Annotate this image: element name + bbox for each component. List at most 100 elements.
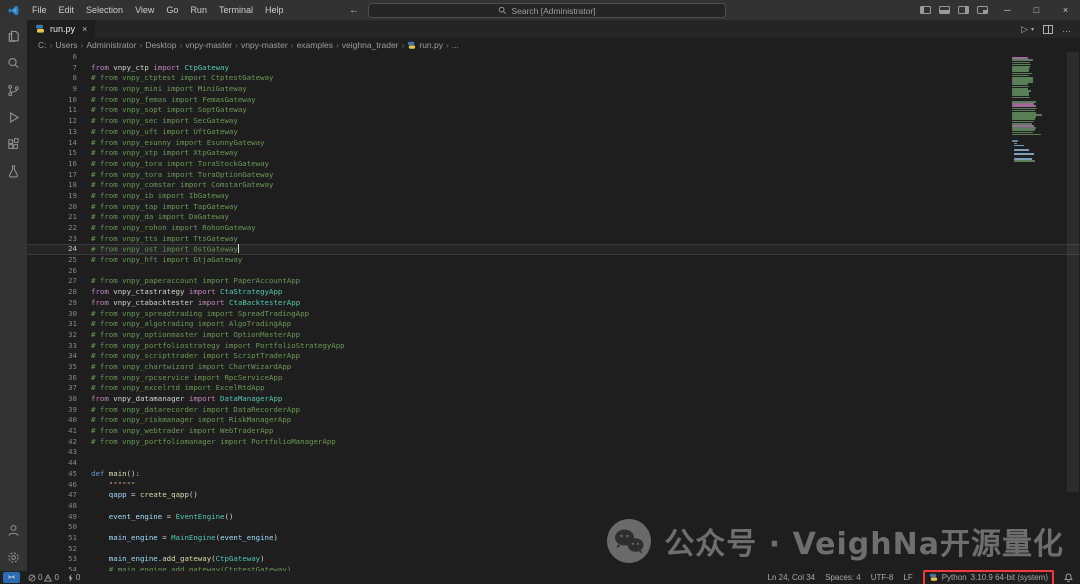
code-line[interactable]: 34# from vnpy_scripttrader import Script… xyxy=(27,351,1080,362)
notifications-bell-icon[interactable] xyxy=(1064,573,1073,582)
breadcrumb-item[interactable]: veighna_trader xyxy=(342,40,399,50)
tab-close-icon[interactable]: × xyxy=(82,24,87,34)
menu-go[interactable]: Go xyxy=(160,5,184,15)
code-line[interactable]: 24# from vnpy_ost import OstGateway xyxy=(27,244,1080,255)
code-line[interactable]: 40# from vnpy_riskmanager import RiskMan… xyxy=(27,415,1080,426)
code-line[interactable]: 12# from vnpy_sec import SecGateway xyxy=(27,116,1080,127)
menu-selection[interactable]: Selection xyxy=(80,5,129,15)
code-line[interactable]: 9# from vnpy_mini import MiniGateway xyxy=(27,84,1080,95)
minimap[interactable] xyxy=(1012,52,1066,571)
code-line[interactable]: 33# from vnpy_portfoliostrategy import P… xyxy=(27,341,1080,352)
activitybar-settings[interactable] xyxy=(0,544,27,571)
code-line[interactable]: 51 main_engine = MainEngine(event_engine… xyxy=(27,533,1080,544)
breadcrumb-item[interactable]: Administrator xyxy=(86,40,136,50)
breadcrumb-item[interactable]: vnpy-master xyxy=(241,40,288,50)
code-line[interactable]: 37# from vnpy_excelrtd import ExcelRtdAp… xyxy=(27,383,1080,394)
code-line[interactable]: 26 xyxy=(27,266,1080,277)
breadcrumb-overflow[interactable]: ... xyxy=(452,40,459,50)
code-line[interactable]: 7from vnpy_ctp import CtpGateway xyxy=(27,63,1080,74)
code-line[interactable]: 28from vnpy_ctastrategy import CtaStrate… xyxy=(27,287,1080,298)
code-line[interactable]: 39# from vnpy_datarecorder import DataRe… xyxy=(27,405,1080,416)
code-line[interactable]: 21# from vnpy_da import DaGateway xyxy=(27,212,1080,223)
code-line[interactable]: 44 xyxy=(27,458,1080,469)
menu-terminal[interactable]: Terminal xyxy=(213,5,259,15)
run-dropdown-icon[interactable]: ▾ xyxy=(1031,26,1034,33)
code-line[interactable]: 16# from vnpy_tora import ToraStockGatew… xyxy=(27,159,1080,170)
code-line[interactable]: 6 xyxy=(27,52,1080,63)
code-line[interactable]: 10# from vnpy_femas import FemasGateway xyxy=(27,95,1080,106)
problems-indicator[interactable]: 0 0 xyxy=(28,573,59,582)
code-line[interactable]: 11# from vnpy_sopt import SoptGateway xyxy=(27,105,1080,116)
remote-indicator[interactable]: >< xyxy=(3,572,20,583)
activitybar-run-debug[interactable] xyxy=(0,104,27,131)
code-line[interactable]: 20# from vnpy_tap import TapGateway xyxy=(27,202,1080,213)
split-editor-icon[interactable] xyxy=(1043,25,1053,34)
code-line[interactable]: 19# from vnpy_ib import IbGateway xyxy=(27,191,1080,202)
menu-view[interactable]: View xyxy=(129,5,160,15)
toggle-secondary-sidebar-icon[interactable] xyxy=(958,6,969,14)
minimize-button[interactable]: ─ xyxy=(993,0,1022,20)
code-line[interactable]: 49 event_engine = EventEngine() xyxy=(27,512,1080,523)
code-line[interactable]: 48 xyxy=(27,501,1080,512)
code-line[interactable]: 27# from vnpy_paperaccount import PaperA… xyxy=(27,276,1080,287)
code-line[interactable]: 41# from vnpy_webtrader import WebTrader… xyxy=(27,426,1080,437)
breadcrumb-item[interactable]: C: xyxy=(38,40,47,50)
code-line[interactable]: 15# from vnpy_xtp import XtpGateway xyxy=(27,148,1080,159)
code-line[interactable]: 36# from vnpy_rpcservice import RpcServi… xyxy=(27,373,1080,384)
code-line[interactable]: 8# from vnpy_ctptest import CtptestGatew… xyxy=(27,73,1080,84)
code-line[interactable]: 50 xyxy=(27,522,1080,533)
code-line[interactable]: 38from vnpy_datamanager import DataManag… xyxy=(27,394,1080,405)
activitybar-source-control[interactable] xyxy=(0,77,27,104)
code-line[interactable]: 46 """""" xyxy=(27,480,1080,491)
menu-edit[interactable]: Edit xyxy=(53,5,81,15)
code-line[interactable]: 43 xyxy=(27,447,1080,458)
breadcrumb-item[interactable]: Desktop xyxy=(145,40,176,50)
toggle-panel-icon[interactable] xyxy=(939,6,950,14)
code-line[interactable]: 13# from vnpy_uft import UftGateway xyxy=(27,127,1080,138)
vertical-scrollbar[interactable] xyxy=(1067,52,1079,492)
activitybar-testing[interactable] xyxy=(0,158,27,185)
close-button[interactable]: × xyxy=(1051,0,1080,20)
eol-status[interactable]: LF xyxy=(903,573,912,582)
encoding-status[interactable]: UTF-8 xyxy=(871,573,894,582)
customize-layout-icon[interactable] xyxy=(977,6,988,14)
maximize-button[interactable]: □ xyxy=(1022,0,1051,20)
breadcrumb-item[interactable]: vnpy-master xyxy=(185,40,232,50)
indentation-status[interactable]: Spaces: 4 xyxy=(825,573,861,582)
nav-back-button[interactable]: ← xyxy=(349,0,359,20)
more-actions-icon[interactable]: … xyxy=(1062,24,1071,34)
aux-indicator[interactable]: 0 xyxy=(67,573,80,582)
command-center-search[interactable]: Search [Administrator] xyxy=(368,3,726,18)
code-line[interactable]: 17# from vnpy_tora import ToraOptionGate… xyxy=(27,170,1080,181)
code-line[interactable]: 30# from vnpy_spreadtrading import Sprea… xyxy=(27,309,1080,320)
code-line[interactable]: 31# from vnpy_algotrading import AlgoTra… xyxy=(27,319,1080,330)
breadcrumb-item[interactable]: Users xyxy=(55,40,77,50)
code-line[interactable]: 23# from vnpy_tts import TtsGateway xyxy=(27,234,1080,245)
cursor-position-status[interactable]: Ln 24, Col 34 xyxy=(768,573,816,582)
code-line[interactable]: 32# from vnpy_optionmaster import Option… xyxy=(27,330,1080,341)
code-line[interactable]: 45def main(): xyxy=(27,469,1080,480)
code-line[interactable]: 35# from vnpy_chartwizard import ChartWi… xyxy=(27,362,1080,373)
menu-help[interactable]: Help xyxy=(259,5,290,15)
breadcrumb-item[interactable]: examples xyxy=(297,40,333,50)
code-line[interactable]: 18# from vnpy_comstar import ComstarGate… xyxy=(27,180,1080,191)
activitybar-account[interactable] xyxy=(0,517,27,544)
activitybar-search[interactable] xyxy=(0,50,27,77)
tab-run-py[interactable]: run.py × xyxy=(27,20,95,38)
code-line[interactable]: 53 main_engine.add_gateway(CtpGateway) xyxy=(27,554,1080,565)
run-python-file-button[interactable]: ▷ xyxy=(1021,24,1028,35)
breadcrumb-file[interactable]: run.py xyxy=(407,40,443,50)
activitybar-extensions[interactable] xyxy=(0,131,27,158)
editor[interactable]: 67from vnpy_ctp import CtpGateway8# from… xyxy=(27,52,1080,571)
python-interpreter-status[interactable]: Python 3.10.9 64-bit (system) xyxy=(929,573,1048,582)
code-line[interactable]: 29from vnpy_ctabacktester import CtaBack… xyxy=(27,298,1080,309)
toggle-sidebar-icon[interactable] xyxy=(920,6,931,14)
menu-run[interactable]: Run xyxy=(184,5,213,15)
code-line[interactable]: 25# from vnpy_hft import GtjaGateway xyxy=(27,255,1080,266)
code-line[interactable]: 14# from vnpy_esunny import EsunnyGatewa… xyxy=(27,138,1080,149)
code-line[interactable]: 52 xyxy=(27,544,1080,555)
code-line[interactable]: 22# from vnpy_rohon import RohonGateway xyxy=(27,223,1080,234)
menu-file[interactable]: File xyxy=(26,5,53,15)
activitybar-explorer[interactable] xyxy=(0,23,27,50)
code-line[interactable]: 42# from vnpy_portfoliomanager import Po… xyxy=(27,437,1080,448)
